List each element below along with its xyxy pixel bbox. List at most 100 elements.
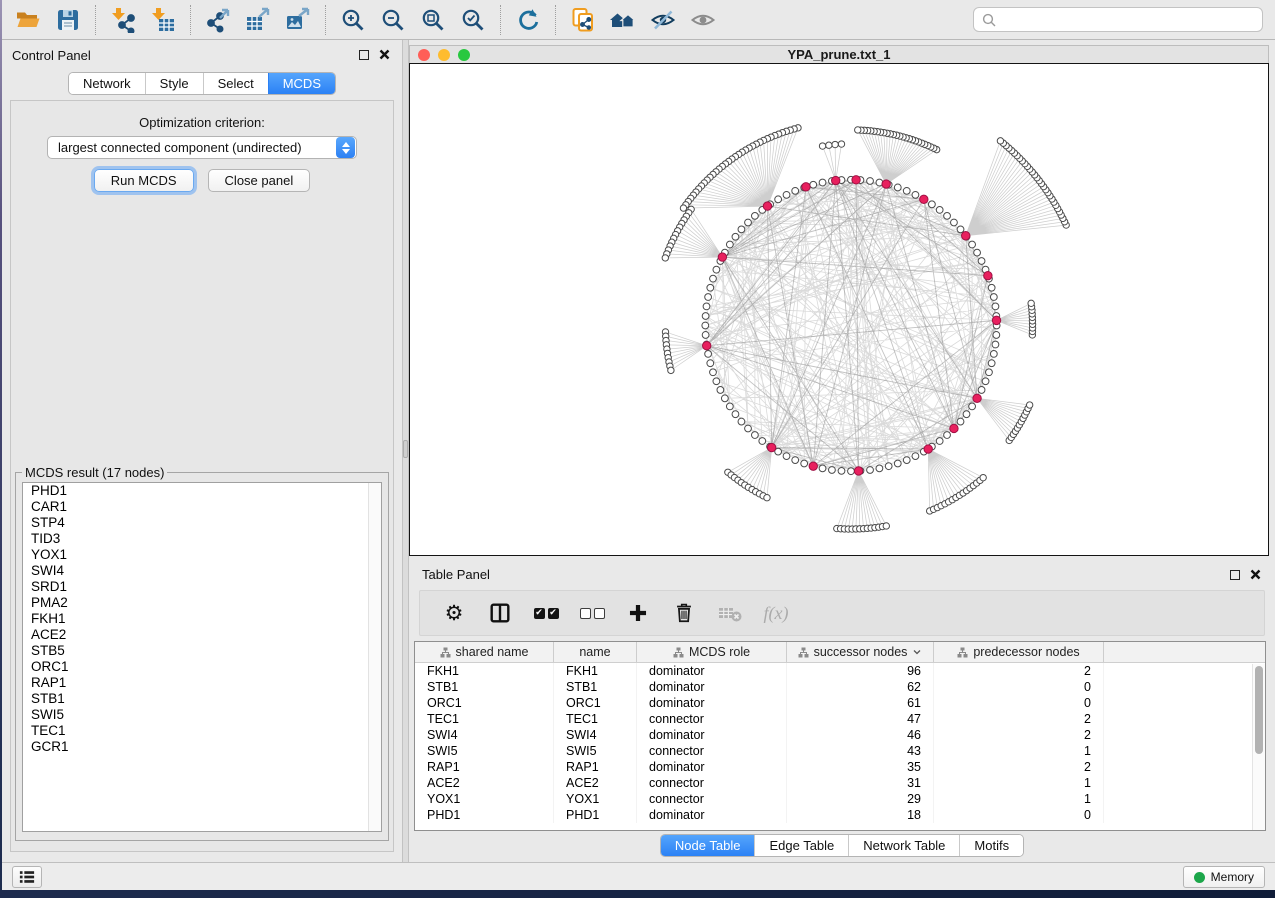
- cell-successor_nodes[interactable]: 29: [787, 791, 934, 807]
- show-panels-list-button[interactable]: [12, 866, 42, 888]
- mcds-result-item[interactable]: STP4: [23, 515, 381, 531]
- cell-successor_nodes[interactable]: 18: [787, 807, 934, 823]
- table-tab-motifs[interactable]: Motifs: [959, 835, 1023, 856]
- table-tab-node-table[interactable]: Node Table: [661, 835, 755, 856]
- add-row-button[interactable]: [620, 595, 656, 631]
- cell-predecessor_nodes[interactable]: 1: [934, 791, 1104, 807]
- float-panel-icon[interactable]: [359, 50, 369, 60]
- table-row-tec1[interactable]: TEC1TEC1connector472: [415, 711, 1265, 727]
- run-mcds-button[interactable]: Run MCDS: [94, 169, 194, 192]
- mcds-result-item[interactable]: CAR1: [23, 499, 381, 515]
- mcds-result-item[interactable]: SWI5: [23, 707, 381, 723]
- cell-name[interactable]: RAP1: [554, 759, 637, 775]
- tab-network[interactable]: Network: [69, 73, 145, 94]
- table-tab-edge-table[interactable]: Edge Table: [754, 835, 848, 856]
- cell-mcds_role[interactable]: dominator: [637, 663, 787, 679]
- cell-successor_nodes[interactable]: 61: [787, 695, 934, 711]
- hide-selected-button[interactable]: [643, 4, 683, 36]
- first-neighbors-button[interactable]: [603, 4, 643, 36]
- show-all-button[interactable]: [683, 4, 723, 36]
- tab-style[interactable]: Style: [145, 73, 203, 94]
- cell-successor_nodes[interactable]: 43: [787, 743, 934, 759]
- cell-shared_name[interactable]: SWI4: [415, 727, 554, 743]
- cell-mcds_role[interactable]: dominator: [637, 727, 787, 743]
- cell-shared_name[interactable]: TEC1: [415, 711, 554, 727]
- cell-shared_name[interactable]: PHD1: [415, 807, 554, 823]
- deselect-all-rows-button[interactable]: [574, 595, 610, 631]
- mcds-result-item[interactable]: FKH1: [23, 611, 381, 627]
- optimization-criterion-select[interactable]: largest connected component (undirected): [47, 136, 357, 159]
- cell-name[interactable]: SWI4: [554, 727, 637, 743]
- cell-successor_nodes[interactable]: 96: [787, 663, 934, 679]
- panel-splitter[interactable]: [402, 40, 409, 862]
- zoom-selected-button[interactable]: [453, 4, 493, 36]
- table-tab-network-table[interactable]: Network Table: [848, 835, 959, 856]
- cell-shared_name[interactable]: YOX1: [415, 791, 554, 807]
- delete-table-button[interactable]: [712, 595, 748, 631]
- select-all-rows-button[interactable]: ✔✔: [528, 595, 564, 631]
- duplicate-network-button[interactable]: [563, 4, 603, 36]
- mcds-result-item[interactable]: ACE2: [23, 627, 381, 643]
- cell-predecessor_nodes[interactable]: 2: [934, 663, 1104, 679]
- mcds-result-item[interactable]: TID3: [23, 531, 381, 547]
- mcds-result-item[interactable]: PMA2: [23, 595, 381, 611]
- cell-successor_nodes[interactable]: 47: [787, 711, 934, 727]
- cell-name[interactable]: SWI5: [554, 743, 637, 759]
- cell-mcds_role[interactable]: dominator: [637, 679, 787, 695]
- mcds-result-item[interactable]: SWI4: [23, 563, 381, 579]
- cell-name[interactable]: STB1: [554, 679, 637, 695]
- mcds-result-item[interactable]: STB5: [23, 643, 381, 659]
- table-row-orc1[interactable]: ORC1ORC1dominator610: [415, 695, 1265, 711]
- network-view-canvas[interactable]: [409, 63, 1269, 556]
- cell-successor_nodes[interactable]: 62: [787, 679, 934, 695]
- cell-name[interactable]: PHD1: [554, 807, 637, 823]
- cell-shared_name[interactable]: ACE2: [415, 775, 554, 791]
- cell-predecessor_nodes[interactable]: 1: [934, 743, 1104, 759]
- memory-button[interactable]: Memory: [1183, 866, 1265, 888]
- export-image-button[interactable]: [278, 4, 318, 36]
- export-table-button[interactable]: [238, 4, 278, 36]
- cell-name[interactable]: ORC1: [554, 695, 637, 711]
- zoom-fit-button[interactable]: [413, 4, 453, 36]
- close-panel-icon[interactable]: [379, 49, 390, 60]
- import-table-button[interactable]: [143, 4, 183, 36]
- cell-shared_name[interactable]: SWI5: [415, 743, 554, 759]
- column-header-shared-name[interactable]: shared name: [415, 642, 554, 662]
- mcds-result-item[interactable]: YOX1: [23, 547, 381, 563]
- column-header-successor-nodes[interactable]: successor nodes: [787, 642, 934, 662]
- splitter-handle-icon[interactable]: [403, 440, 408, 458]
- zoom-in-button[interactable]: [333, 4, 373, 36]
- apply-function-button[interactable]: f(x): [758, 595, 794, 631]
- delete-rows-button[interactable]: [666, 595, 702, 631]
- refresh-layout-button[interactable]: [508, 4, 548, 36]
- cell-predecessor_nodes[interactable]: 2: [934, 759, 1104, 775]
- mcds-result-item[interactable]: PHD1: [23, 483, 381, 499]
- cell-predecessor_nodes[interactable]: 0: [934, 695, 1104, 711]
- export-network-button[interactable]: [198, 4, 238, 36]
- table-scrollbar[interactable]: [1252, 664, 1265, 830]
- cell-mcds_role[interactable]: connector: [637, 791, 787, 807]
- column-header-name[interactable]: name: [554, 642, 637, 662]
- cell-predecessor_nodes[interactable]: 2: [934, 727, 1104, 743]
- close-panel-button[interactable]: Close panel: [208, 169, 311, 192]
- column-header-mcds-role[interactable]: MCDS role: [637, 642, 787, 662]
- mcds-result-item[interactable]: TEC1: [23, 723, 381, 739]
- mcds-result-item[interactable]: RAP1: [23, 675, 381, 691]
- mcds-result-item[interactable]: STB1: [23, 691, 381, 707]
- cell-mcds_role[interactable]: connector: [637, 711, 787, 727]
- save-session-button[interactable]: [48, 4, 88, 36]
- cell-successor_nodes[interactable]: 35: [787, 759, 934, 775]
- cell-predecessor_nodes[interactable]: 2: [934, 711, 1104, 727]
- cell-name[interactable]: TEC1: [554, 711, 637, 727]
- open-file-button[interactable]: [8, 4, 48, 36]
- table-row-rap1[interactable]: RAP1RAP1dominator352: [415, 759, 1265, 775]
- cell-shared_name[interactable]: STB1: [415, 679, 554, 695]
- cell-mcds_role[interactable]: dominator: [637, 807, 787, 823]
- float-table-panel-icon[interactable]: [1230, 570, 1240, 580]
- cell-mcds_role[interactable]: dominator: [637, 759, 787, 775]
- cell-name[interactable]: YOX1: [554, 791, 637, 807]
- mcds-result-item[interactable]: SRD1: [23, 579, 381, 595]
- cell-predecessor_nodes[interactable]: 1: [934, 775, 1104, 791]
- cell-shared_name[interactable]: RAP1: [415, 759, 554, 775]
- table-row-swi4[interactable]: SWI4SWI4dominator462: [415, 727, 1265, 743]
